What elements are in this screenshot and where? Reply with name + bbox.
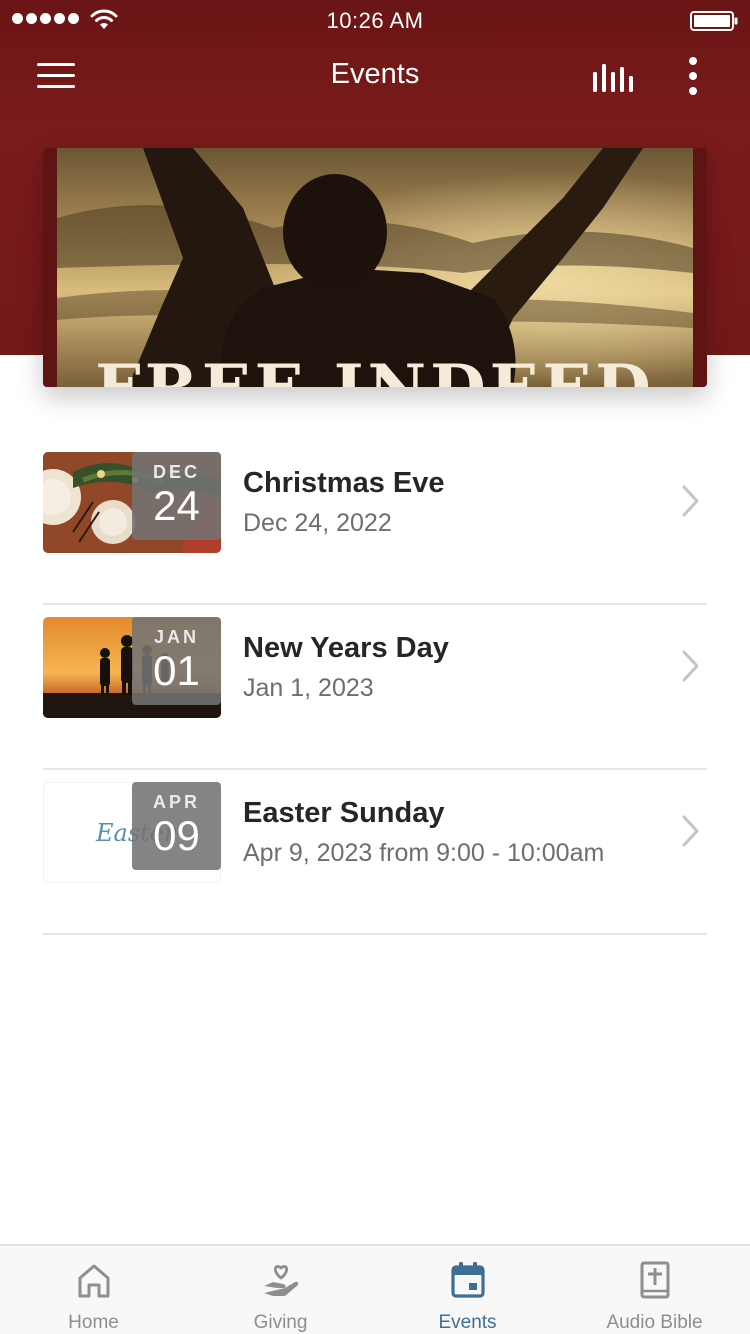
date-badge-day: 09 (153, 812, 200, 859)
tab-giving[interactable]: Giving (187, 1246, 374, 1334)
event-title: Easter Sunday (243, 797, 445, 829)
chevron-right-icon (682, 815, 699, 847)
hero-banner-image[interactable]: FREE INDEED (43, 148, 707, 387)
list-item-easter-sunday[interactable]: Easter APR 09 Easter Sunday Apr 9, 2023 … (43, 770, 707, 935)
event-list: DEC 24 Christmas Eve Dec 24, 2022 JAN 01… (43, 440, 707, 935)
date-badge: JAN 01 (132, 617, 221, 705)
date-badge-month: JAN (153, 627, 199, 647)
event-title: New Years Day (243, 632, 449, 664)
date-badge-month: DEC (152, 462, 200, 482)
date-badge-month: APR (152, 792, 200, 812)
bible-icon (640, 1261, 670, 1299)
event-date: Jan 1, 2023 (243, 674, 374, 702)
date-badge-day: 01 (153, 647, 200, 694)
tab-giving-label: Giving (253, 1312, 308, 1333)
tab-home[interactable]: Home (0, 1246, 187, 1334)
giving-hand-heart-icon (264, 1265, 299, 1296)
event-title: Christmas Eve (243, 467, 445, 499)
tab-audio-bible-label: Audio Bible (606, 1312, 703, 1333)
chevron-right-icon (682, 485, 699, 517)
more-options-button[interactable] (676, 54, 710, 98)
date-badge-day: 24 (153, 482, 200, 529)
tab-events-label: Events (438, 1312, 497, 1333)
list-item-christmas-eve[interactable]: DEC 24 Christmas Eve Dec 24, 2022 (43, 440, 707, 605)
date-badge: DEC 24 (132, 452, 221, 540)
status-time: 10:26 AM (326, 8, 424, 33)
tab-bar: Home Giving Events Audio Bible (0, 1244, 750, 1334)
tab-audio-bible[interactable]: Audio Bible (561, 1246, 748, 1334)
battery-icon (690, 11, 738, 31)
hero-illustration: FREE INDEED (43, 148, 707, 387)
event-date: Dec 24, 2022 (243, 509, 392, 537)
list-item-new-years-day[interactable]: JAN 01 New Years Day Jan 1, 2023 (43, 605, 707, 770)
date-badge: APR 09 (132, 782, 221, 870)
calendar-icon (451, 1262, 485, 1298)
tab-events[interactable]: Events (374, 1246, 561, 1334)
tab-home-label: Home (68, 1312, 119, 1333)
status-bar: 10:26 AM (0, 0, 750, 40)
audio-bars-icon[interactable] (590, 58, 636, 96)
home-icon (78, 1264, 110, 1298)
hero-title-text: FREE INDEED (95, 351, 654, 387)
event-date: Apr 9, 2023 from 9:00 - 10:00am (243, 839, 605, 867)
chevron-right-icon (682, 650, 699, 682)
navigation-bar: Events (0, 40, 750, 116)
page-title: Events (330, 58, 420, 90)
